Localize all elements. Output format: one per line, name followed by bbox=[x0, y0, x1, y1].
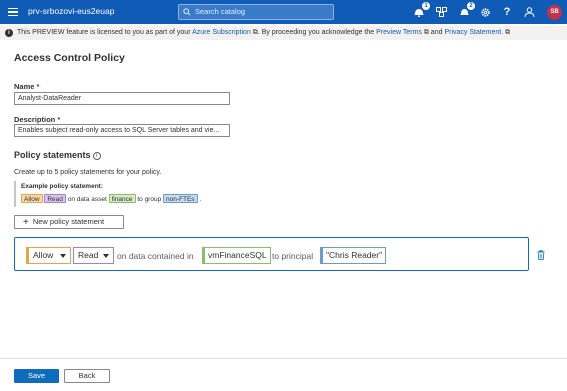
chevron-down-icon bbox=[103, 254, 109, 258]
effect-value: Allow bbox=[33, 250, 54, 260]
example-end: . bbox=[199, 196, 202, 203]
azure-subscription-link[interactable]: Azure Subscription bbox=[192, 29, 251, 36]
directory-icon[interactable] bbox=[434, 5, 448, 19]
notification-badge: 1 bbox=[422, 2, 430, 10]
policy-statement-row: Allow Read on data contained in vmFinanc… bbox=[14, 237, 529, 271]
notifications-icon[interactable]: 1 bbox=[412, 2, 430, 19]
privacy-statement-link[interactable]: Privacy Statement. bbox=[444, 29, 503, 36]
delete-trash-icon[interactable] bbox=[537, 249, 545, 260]
example-asset-chip: finance bbox=[108, 194, 136, 203]
description-field[interactable]: Enables subject read-only access to SQL … bbox=[14, 124, 230, 137]
search-input[interactable]: Search catalog bbox=[178, 4, 334, 20]
preview-info-bar: i This PREVIEW feature is licensed to yo… bbox=[0, 26, 567, 40]
plus-icon: + bbox=[23, 217, 29, 228]
search-icon bbox=[183, 8, 191, 16]
example-action-chip: Read bbox=[44, 194, 66, 203]
example-policy-statement: Example policy statement: Allow Read on … bbox=[14, 181, 214, 207]
action-value: Read bbox=[78, 250, 99, 260]
hamburger-menu-icon[interactable] bbox=[8, 6, 18, 18]
info-text-2: . By proceeding you acknowledge the bbox=[257, 29, 377, 36]
name-label: Name * bbox=[14, 82, 40, 91]
save-button[interactable]: Save bbox=[14, 369, 59, 383]
preview-terms-link[interactable]: Preview Terms bbox=[376, 29, 422, 36]
info-icon[interactable]: i bbox=[92, 152, 101, 160]
page-title: Access Control Policy bbox=[14, 52, 125, 64]
action-dropdown[interactable]: Read bbox=[73, 247, 114, 264]
asset-field[interactable]: vmFinanceSQL bbox=[202, 247, 271, 264]
search-placeholder: Search catalog bbox=[195, 7, 246, 16]
effect-dropdown[interactable]: Allow bbox=[26, 247, 71, 264]
example-text-asset: on data asset bbox=[67, 196, 107, 203]
app-title[interactable]: prv-srbozovi-eus2euap bbox=[28, 6, 114, 16]
name-field[interactable]: Analyst-DataReader bbox=[14, 92, 230, 105]
policy-statements-heading: Policy statements i bbox=[14, 150, 101, 160]
external-link-icon: ⧉ bbox=[421, 29, 429, 36]
example-text-group: to group bbox=[137, 196, 162, 203]
external-link-icon: ⧉ bbox=[250, 29, 258, 36]
external-link-icon: ⧉ bbox=[503, 29, 511, 36]
avatar[interactable]: SB bbox=[547, 5, 562, 20]
chevron-down-icon bbox=[60, 254, 66, 258]
footer-divider bbox=[0, 358, 567, 359]
info-icon: i bbox=[5, 29, 13, 37]
help-icon[interactable]: ? bbox=[500, 5, 514, 19]
example-group-chip: non-FTEs bbox=[163, 194, 198, 203]
top-bar: prv-srbozovi-eus2euap Search catalog 1 2… bbox=[0, 0, 567, 24]
example-title: Example policy statement: bbox=[21, 183, 103, 190]
info-text-3: and bbox=[428, 29, 445, 36]
new-policy-statement-button[interactable]: + New policy statement bbox=[14, 215, 124, 229]
example-effect-chip: Allow bbox=[21, 194, 43, 203]
new-policy-statement-label: New policy statement bbox=[32, 217, 105, 226]
description-label: Description * bbox=[14, 115, 61, 124]
statement-text-asset: on data contained in bbox=[117, 251, 194, 261]
info-text-1: This PREVIEW feature is licensed to you … bbox=[17, 29, 193, 36]
settings-gear-icon[interactable] bbox=[478, 5, 492, 19]
feedback-icon[interactable] bbox=[522, 5, 536, 19]
alerts-icon[interactable]: 2 bbox=[457, 2, 475, 19]
principal-field[interactable]: "Chris Reader" bbox=[320, 247, 387, 264]
alerts-badge: 2 bbox=[467, 2, 475, 10]
policy-hint: Create up to 5 policy statements for you… bbox=[14, 169, 162, 176]
back-button[interactable]: Back bbox=[64, 369, 110, 383]
statement-text-principal: to principal bbox=[272, 251, 314, 261]
